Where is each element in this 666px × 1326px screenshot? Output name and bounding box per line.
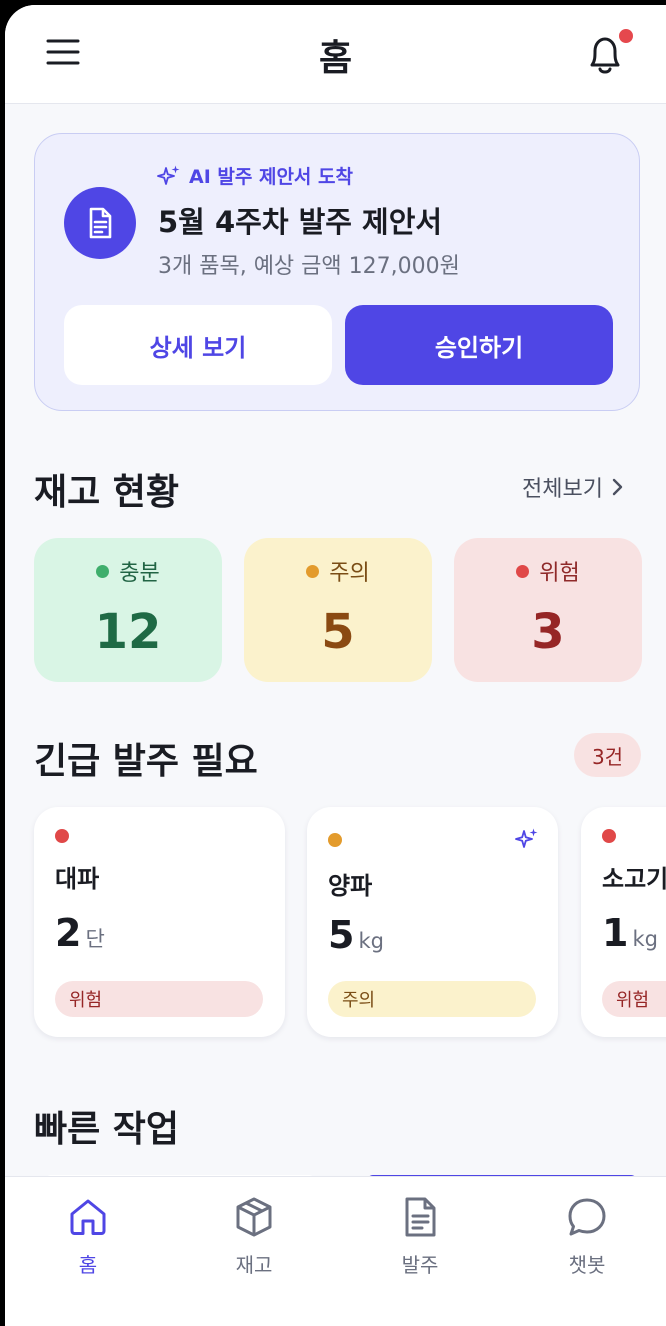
status-dot bbox=[516, 564, 530, 578]
proposal-card[interactable]: AI 발주 제안서 도착 5월 4주차 발주 제안서 3개 품목, 예상 금액 … bbox=[34, 133, 640, 411]
stock-label-sufficient: 충분 bbox=[119, 561, 160, 586]
stock-card-label: 충분 bbox=[34, 555, 222, 587]
stock-card-danger[interactable]: 위험 3 bbox=[454, 538, 642, 682]
detail-button[interactable]: 상세 보기 bbox=[64, 305, 332, 385]
stock-card-caution[interactable]: 주의 5 bbox=[244, 538, 432, 682]
stock-card-label: 위험 bbox=[454, 555, 642, 587]
quick-section-title: 빠른 작업 bbox=[34, 1109, 180, 1150]
proposal-subtitle: 3개 품목, 예상 금액 127,000원 bbox=[158, 254, 460, 279]
stock-card-label: 주의 bbox=[244, 555, 432, 587]
status-pill: 위험 bbox=[55, 981, 263, 1017]
item-unit: 단 bbox=[85, 927, 105, 951]
status-pill: 주의 bbox=[328, 981, 536, 1017]
status-dot bbox=[306, 564, 320, 578]
page-title: 홈 bbox=[318, 38, 353, 79]
ai-tag: AI 발주 제안서 도착 bbox=[157, 162, 353, 189]
item-name: 대파 bbox=[55, 865, 100, 893]
document-icon bbox=[89, 207, 112, 239]
box-icon bbox=[236, 1197, 272, 1237]
nav-label-inventory: 재고 bbox=[235, 1253, 273, 1277]
nav-item-orders[interactable]: 발주 bbox=[360, 1195, 480, 1278]
item-qty-value: 1 bbox=[602, 911, 629, 955]
item-qty: 1 kg bbox=[602, 911, 658, 955]
item-unit: kg bbox=[632, 927, 658, 951]
chat-icon bbox=[568, 1198, 606, 1236]
ai-tag-label: AI 발주 제안서 도착 bbox=[189, 166, 353, 188]
document-icon bbox=[405, 1197, 436, 1237]
status-dot bbox=[602, 829, 616, 843]
item-unit: kg bbox=[358, 929, 384, 953]
stock-label-danger: 위험 bbox=[539, 561, 580, 586]
app-screen: 홈 AI 발주 제안서 도착 5월 4주차 발주 제안서 3개 품목, 예상 금… bbox=[5, 5, 666, 1326]
document-badge bbox=[64, 187, 136, 259]
status-dot bbox=[96, 564, 110, 578]
item-qty: 2단 bbox=[55, 911, 105, 955]
nav-label-home: 홈 bbox=[78, 1253, 98, 1277]
sparkle-icon bbox=[157, 165, 180, 185]
stock-count-caution: 5 bbox=[321, 604, 355, 660]
sparkle-icon bbox=[515, 828, 538, 848]
item-qty-value: 2 bbox=[55, 911, 82, 955]
status-dot bbox=[55, 829, 69, 843]
stock-label-caution: 주의 bbox=[329, 561, 370, 586]
approve-button[interactable]: 승인하기 bbox=[345, 305, 613, 385]
item-name: 소고기 bbox=[602, 865, 666, 893]
item-qty-value: 5 bbox=[328, 913, 355, 957]
urgent-item-card[interactable]: 양파 5 kg 주의 bbox=[307, 807, 558, 1037]
nav-item-inventory[interactable]: 재고 bbox=[194, 1195, 314, 1278]
urgent-count-badge: 3건 bbox=[574, 733, 641, 777]
nav-item-home[interactable]: 홈 bbox=[28, 1195, 148, 1278]
item-name: 양파 bbox=[328, 872, 373, 900]
proposal-title: 5월 4주차 발주 제안서 bbox=[158, 205, 443, 239]
status-dot bbox=[328, 833, 342, 847]
stock-card-sufficient[interactable]: 충분 12 bbox=[34, 538, 222, 682]
nav-item-chatbot[interactable]: 챗봇 bbox=[527, 1195, 647, 1278]
urgent-item-card[interactable]: 소고기 1 kg 위험 bbox=[581, 807, 666, 1037]
notification-dot bbox=[617, 27, 635, 45]
status-pill: 위험 bbox=[602, 981, 666, 1017]
stock-section-title: 재고 현황 bbox=[34, 472, 180, 513]
see-all-link[interactable]: 전체보기 bbox=[522, 471, 625, 503]
item-qty: 5 kg bbox=[328, 913, 384, 957]
urgent-section-title: 긴급 발주 필요 bbox=[34, 741, 258, 782]
bottom-nav: 홈 재고 발주 챗봇 bbox=[5, 1176, 666, 1326]
stock-count-sufficient: 12 bbox=[94, 604, 162, 660]
home-icon bbox=[70, 1199, 106, 1235]
see-all-label: 전체보기 bbox=[522, 477, 603, 502]
nav-label-chatbot: 챗봇 bbox=[568, 1253, 606, 1277]
stock-count-danger: 3 bbox=[531, 604, 565, 660]
app-bar: 홈 bbox=[5, 5, 666, 104]
nav-label-orders: 발주 bbox=[401, 1253, 439, 1277]
urgent-item-card[interactable]: 대파 2단 위험 bbox=[34, 807, 285, 1037]
chevron-right-icon bbox=[612, 478, 623, 496]
